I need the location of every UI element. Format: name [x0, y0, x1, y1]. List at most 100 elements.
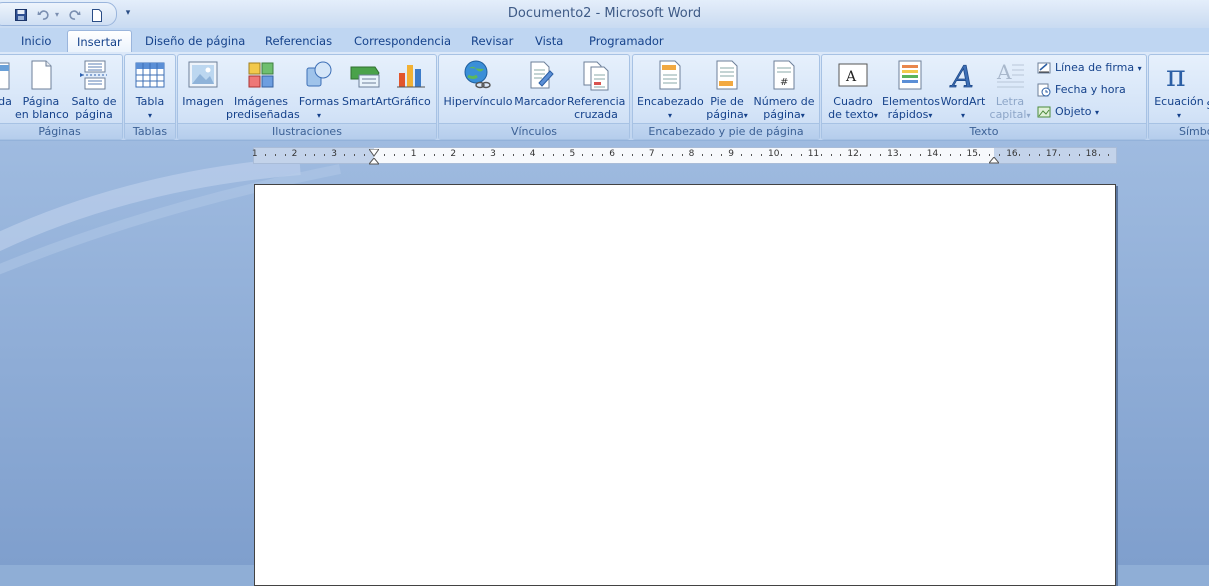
hanging-indent-marker[interactable]: [369, 156, 379, 164]
tab-insertar[interactable]: Insertar: [67, 30, 132, 53]
ruler-tick: [880, 154, 881, 156]
date-time-icon: [1037, 83, 1051, 97]
linea-de-firma-button[interactable]: Línea de firma ▾: [1037, 59, 1142, 77]
ruler-number: 15: [967, 149, 978, 159]
tab-vista[interactable]: Vista: [535, 32, 563, 52]
salto-de-pagina-button[interactable]: Salto de página: [69, 59, 119, 121]
cuadro-de-texto-dropdown-icon: ▾: [874, 111, 878, 120]
ruler-number: 1: [411, 149, 417, 159]
hipervinculo-label: Hipervínculo: [444, 95, 513, 108]
hipervinculo-button[interactable]: Hipervínculo: [443, 59, 513, 108]
numero-de-pagina-dropdown-icon: ▾: [801, 111, 805, 120]
ruler-tick: [950, 154, 951, 156]
encabezado-button[interactable]: Encabezado ▾: [637, 59, 703, 122]
shapes-icon: [303, 59, 335, 91]
imagen-button[interactable]: Imagen: [180, 59, 226, 108]
ruler-tick: [543, 154, 544, 156]
ruler-tick: [1039, 154, 1040, 156]
objeto-button[interactable]: Objeto ▾: [1037, 103, 1099, 121]
pie-de-pagina-button[interactable]: Pie de página▾: [703, 59, 751, 122]
object-icon: [1037, 105, 1051, 119]
ruler-tick: [672, 154, 673, 156]
ruler-tick: [344, 154, 345, 156]
ecuacion-label: Ecuación: [1154, 95, 1204, 108]
portada-button[interactable]: da: [0, 59, 13, 108]
ruler-ticks: 321123456789101112131415161718: [254, 148, 1116, 163]
fecha-y-hora-button[interactable]: Fecha y hora: [1037, 81, 1126, 99]
ruler-tick: [702, 154, 703, 156]
formas-button[interactable]: Formas ▾: [297, 59, 341, 122]
tab-programador[interactable]: Programador: [589, 32, 664, 52]
ruler-tick: [582, 154, 583, 156]
ruler-number: 3: [490, 149, 496, 159]
signature-line-icon: [1037, 61, 1051, 75]
ecuacion-button[interactable]: π Ecuación ▾: [1153, 59, 1205, 122]
horizontal-ruler[interactable]: 321123456789101112131415161718: [253, 147, 1117, 164]
group-label-encabezado: Encabezado y pie de página: [633, 123, 819, 139]
ruler-tick: [553, 154, 554, 156]
elementos-rapidos-label-1: Elementos: [882, 95, 940, 108]
marcador-button[interactable]: Marcador: [513, 59, 567, 108]
pi-equation-icon: π: [1163, 59, 1195, 91]
referencia-cruzada-button[interactable]: Referencia cruzada: [567, 59, 625, 121]
group-ilustraciones: Imagen Imágenes prediseñadas Formas ▾ Sm…: [177, 54, 437, 140]
ruler-number: 2: [292, 149, 298, 159]
group-texto: A Cuadro de texto▾ Elementos rápidos▾ A …: [821, 54, 1147, 140]
numero-de-pagina-button[interactable]: # Número de página▾: [751, 59, 817, 122]
pie-de-pagina-dropdown-icon: ▾: [744, 111, 748, 120]
drop-cap-icon: A: [994, 59, 1026, 91]
tab-correspondencia[interactable]: Correspondencia: [354, 32, 451, 52]
ruler-tick: [602, 154, 603, 156]
ruler-tick: [503, 154, 504, 156]
document-page[interactable]: [254, 184, 1116, 586]
svg-text:A: A: [949, 60, 974, 91]
elementos-rapidos-button[interactable]: Elementos rápidos▾: [882, 59, 938, 122]
ruler-number: 17: [1046, 149, 1057, 159]
clip-art-icon: [245, 59, 277, 91]
fecha-y-hora-label: Fecha y hora: [1055, 83, 1126, 96]
ruler-tick: [1019, 154, 1020, 156]
ruler-tick: [900, 154, 901, 156]
ruler-tick: [920, 154, 921, 156]
smartart-button[interactable]: SmartArt: [342, 59, 388, 108]
simbolo-button[interactable]: S: [1205, 99, 1209, 112]
tab-revisar[interactable]: Revisar: [471, 32, 513, 52]
table-icon: [134, 59, 166, 91]
ribbon: da Página en blanco Salto de página Pági…: [0, 52, 1209, 141]
ruler-tick: [741, 154, 742, 156]
pagina-en-blanco-button[interactable]: Página en blanco: [15, 59, 67, 121]
letra-capital-button[interactable]: A Letra capital▾: [988, 59, 1032, 122]
ruler-tick: [1059, 154, 1060, 156]
elementos-rapidos-dropdown-icon: ▾: [928, 111, 932, 120]
imagenes-predisenadas-label-1: Imágenes: [234, 95, 288, 108]
objeto-label: Objeto: [1055, 105, 1092, 118]
tab-referencias[interactable]: Referencias: [265, 32, 332, 52]
imagenes-predisenadas-button[interactable]: Imágenes prediseñadas: [226, 59, 296, 121]
letra-capital-dropdown-icon: ▾: [1026, 111, 1030, 120]
tab-inicio[interactable]: Inicio: [21, 32, 51, 52]
formas-label: Formas: [299, 95, 339, 108]
ruler-tick: [285, 154, 286, 156]
first-line-indent-marker[interactable]: [369, 147, 379, 155]
cuadro-de-texto-button[interactable]: A Cuadro de texto▾: [824, 59, 882, 122]
quick-parts-icon: [894, 59, 926, 91]
ruler-tick: [721, 154, 722, 156]
group-simbolos: π Ecuación ▾ S Símbo: [1148, 54, 1209, 140]
ruler-tick: [999, 154, 1000, 156]
grafico-button[interactable]: Gráfico: [389, 59, 433, 108]
wordart-button[interactable]: A WordArt ▾: [938, 59, 988, 122]
ruler-tick: [860, 154, 861, 156]
letra-capital-label-1: Letra: [996, 95, 1024, 108]
letra-capital-label-2: capital: [990, 108, 1027, 121]
tabla-button[interactable]: Tabla ▾: [126, 59, 174, 122]
group-paginas: da Página en blanco Salto de página Pági…: [0, 54, 123, 140]
ruler-number: 2: [450, 149, 456, 159]
ruler-number: 9: [728, 149, 734, 159]
ruler-tick: [821, 154, 822, 156]
tab-diseno-de-pagina[interactable]: Diseño de página: [145, 32, 245, 52]
ruler-tick: [1029, 154, 1030, 156]
right-indent-marker[interactable]: [989, 155, 999, 163]
text-box-icon: A: [837, 59, 869, 91]
ruler-tick: [1079, 154, 1080, 156]
numero-de-pagina-label-2: página: [763, 108, 800, 121]
